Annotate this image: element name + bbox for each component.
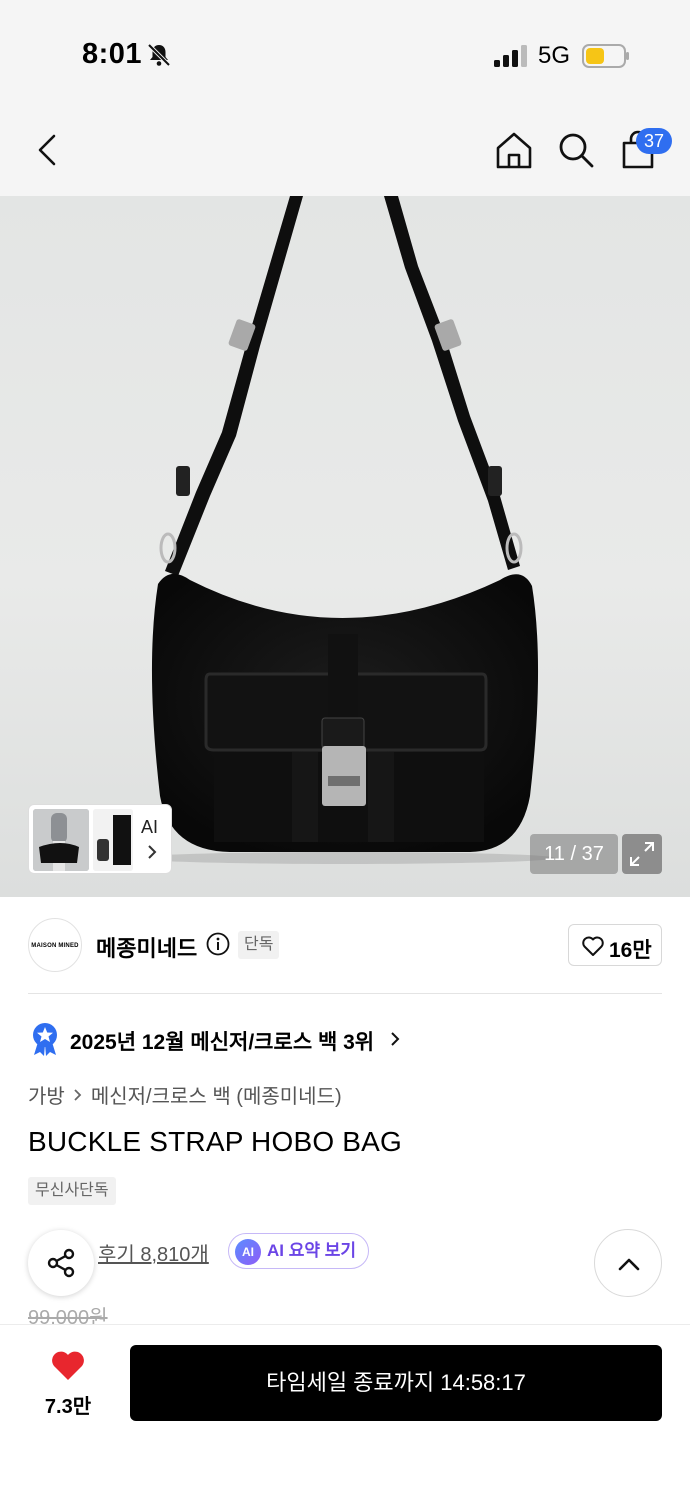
heart-filled-icon[interactable] bbox=[50, 1348, 86, 1382]
brand-exclusive-badge: 단독 bbox=[238, 931, 280, 959]
ranking-text[interactable]: 2025년 12월 메신저/크로스 백 3위 bbox=[70, 1026, 374, 1056]
wish-count: 7.3만 bbox=[44, 1396, 92, 1418]
clock: 8:01 bbox=[82, 38, 143, 70]
product-image[interactable] bbox=[0, 196, 690, 897]
review-count-link[interactable]: 후기 8,810개 bbox=[98, 1238, 209, 1267]
back-arrow-icon[interactable] bbox=[28, 130, 68, 170]
divider bbox=[28, 993, 662, 994]
home-icon[interactable] bbox=[494, 130, 534, 170]
heart-outline-icon bbox=[582, 936, 604, 956]
brand-name[interactable]: 메종미네드 bbox=[96, 931, 197, 963]
chevron-up-icon bbox=[618, 1258, 640, 1271]
chevron-right-icon bbox=[74, 1089, 82, 1101]
brand-logo[interactable]: MAISON MINED bbox=[28, 918, 82, 972]
search-icon[interactable] bbox=[556, 130, 596, 170]
expand-icon[interactable] bbox=[622, 834, 662, 874]
bag-image bbox=[135, 196, 555, 864]
breadcrumb-subcategory[interactable]: 메신저/크로스 백 (메종미네드) bbox=[91, 1086, 342, 1108]
chevron-right-icon[interactable] bbox=[388, 1028, 402, 1050]
info-icon[interactable] bbox=[206, 932, 230, 956]
ai-summary-label: AI 요약 보기 bbox=[267, 1241, 357, 1260]
chevron-right-icon bbox=[148, 845, 157, 859]
scroll-top-button[interactable] bbox=[594, 1229, 662, 1297]
ai-styling-thumbnail[interactable]: AI bbox=[28, 804, 172, 874]
top-nav bbox=[0, 110, 690, 196]
ai-summary-button[interactable]: AI AI 요약 보기 bbox=[228, 1233, 370, 1269]
cart-count-badge: 37 bbox=[636, 128, 672, 154]
battery-icon bbox=[582, 44, 629, 68]
ai-badge-icon: AI bbox=[235, 1239, 261, 1265]
exclusive-tag: 무신사단독 bbox=[28, 1177, 116, 1205]
ai-label: AI bbox=[141, 817, 159, 837]
bag-thumbnail bbox=[93, 809, 133, 871]
network-type: 5G bbox=[538, 42, 571, 69]
breadcrumb-category[interactable]: 가방 bbox=[28, 1086, 65, 1108]
model-thumbnail bbox=[33, 809, 89, 871]
image-page-counter: 11 / 37 bbox=[530, 834, 618, 874]
brand-like-button[interactable]: 16만 bbox=[568, 924, 662, 966]
product-title: BUCKLE STRAP HOBO BAG bbox=[28, 1126, 403, 1157]
buy-button[interactable]: 타임세일 종료까지 14:58:17 bbox=[130, 1345, 662, 1421]
bell-muted-icon bbox=[147, 43, 171, 67]
signal-icon bbox=[494, 45, 527, 67]
brand-like-count: 16만 bbox=[609, 939, 652, 962]
ranking-badge-icon bbox=[33, 1023, 57, 1056]
breadcrumb: 가방 메신저/크로스 백 (메종미네드) bbox=[28, 1080, 342, 1109]
status-bar: 8:01 5G bbox=[0, 0, 690, 110]
share-icon bbox=[47, 1248, 75, 1278]
share-button[interactable] bbox=[28, 1230, 94, 1296]
